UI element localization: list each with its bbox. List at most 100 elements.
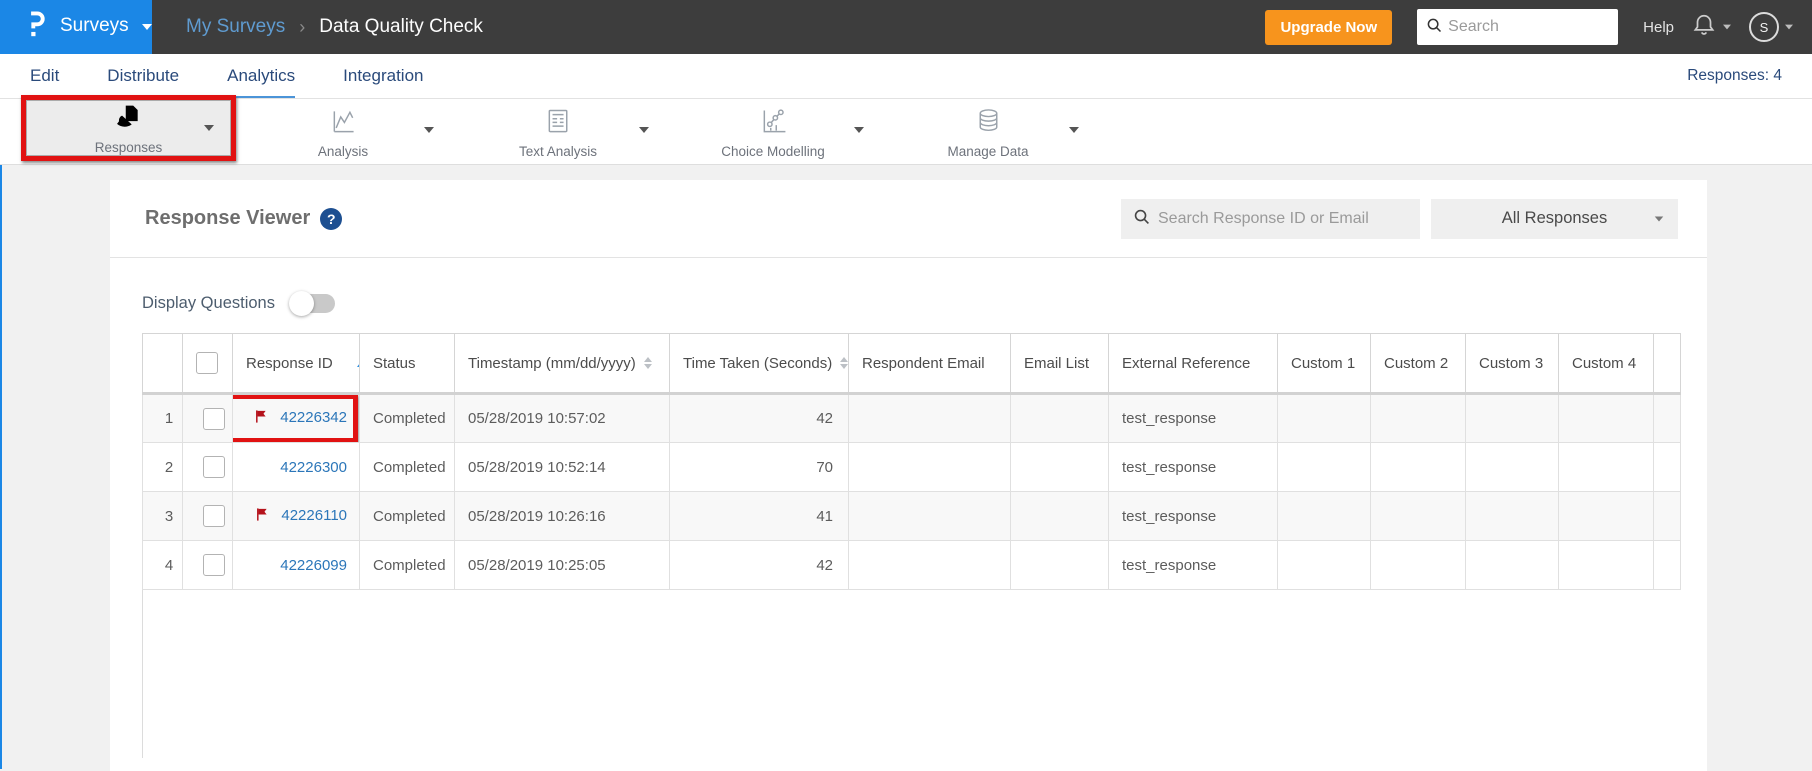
response-viewer-header: Response Viewer ? All Responses	[110, 180, 1707, 258]
col-response-id[interactable]: Response ID	[232, 333, 360, 395]
timestamp-cell: 05/28/2019 10:25:05	[454, 540, 670, 590]
time-taken-cell: 42	[669, 393, 849, 443]
toolbar-item-analysis[interactable]: Analysis	[236, 99, 450, 164]
response-id-link[interactable]: 42226300	[280, 459, 347, 476]
responses-filter-dropdown[interactable]: All Responses	[1431, 198, 1678, 239]
col-timestamp[interactable]: Timestamp (mm/dd/yyyy)	[454, 333, 670, 395]
spacer-cell	[1653, 540, 1681, 590]
help-link[interactable]: Help	[1643, 19, 1674, 36]
responses-count-badge: Responses: 4	[1687, 67, 1782, 84]
col-custom-4[interactable]: Custom 4	[1558, 333, 1654, 395]
col-email-list[interactable]: Email List	[1010, 333, 1109, 395]
text-analysis-caret-icon[interactable]	[639, 127, 649, 133]
survey-tabs: Edit Distribute Analytics Integration Re…	[0, 54, 1812, 99]
response-id-link[interactable]: 42226110	[281, 507, 347, 524]
col-custom-2[interactable]: Custom 2	[1370, 333, 1466, 395]
response-search-input[interactable]	[1158, 209, 1408, 228]
filter-caret-icon	[1654, 215, 1664, 222]
analysis-caret-icon[interactable]	[424, 127, 434, 133]
row-checkbox[interactable]	[203, 505, 225, 527]
col-label: Email List	[1024, 354, 1090, 372]
row-checkbox[interactable]	[203, 456, 225, 478]
timestamp-cell: 05/28/2019 10:52:14	[454, 442, 670, 492]
upgrade-now-button[interactable]: Upgrade Now	[1265, 9, 1393, 45]
toolbar-item-manage-data[interactable]: Manage Data	[881, 99, 1095, 164]
custom-3-cell	[1465, 491, 1559, 541]
col-time-taken[interactable]: Time Taken (Seconds)	[669, 333, 849, 395]
choice-modelling-caret-icon[interactable]	[854, 127, 864, 133]
toolbar-item-label: Manage Data	[947, 143, 1029, 159]
response-id-cell: 42226110	[232, 491, 360, 541]
choice-modelling-icon	[757, 105, 790, 143]
responses-caret-icon[interactable]	[204, 125, 214, 131]
response-id-link[interactable]: 42226342	[280, 409, 347, 426]
toolbar-item-label: Text Analysis	[518, 143, 598, 159]
account-menu[interactable]: S	[1749, 12, 1794, 42]
col-respondent-email[interactable]: Respondent Email	[848, 333, 1011, 395]
col-label: External Reference	[1122, 354, 1251, 372]
toolbar-item-choice-modelling[interactable]: Choice Modelling	[666, 99, 880, 164]
respondent-email-cell	[848, 442, 1011, 492]
custom-3-cell	[1465, 540, 1559, 590]
table-row: 3 42226110 Completed 05/28/2019 10:26:16…	[142, 491, 1681, 541]
custom-4-cell	[1558, 540, 1654, 590]
col-label: Time Taken (Seconds)	[683, 354, 833, 372]
status-cell: Completed	[359, 442, 455, 492]
questionpro-logo-icon	[24, 9, 47, 44]
timestamp-cell: 05/28/2019 10:26:16	[454, 491, 670, 541]
product-switcher[interactable]: Surveys	[0, 0, 152, 54]
text-analysis-icon	[542, 105, 575, 143]
select-all-checkbox[interactable]	[196, 352, 218, 374]
help-circle-icon[interactable]: ?	[320, 207, 343, 230]
toolbar-item-label: Choice Modelling	[721, 143, 825, 159]
col-status[interactable]: Status	[359, 333, 455, 395]
notifications-button[interactable]	[1691, 12, 1732, 43]
row-checkbox[interactable]	[203, 407, 225, 430]
custom-3-cell	[1465, 442, 1559, 492]
table-row: 4 42226099 Completed 05/28/2019 10:25:05…	[142, 540, 1681, 590]
custom-2-cell	[1370, 540, 1466, 590]
toolbar-item-responses[interactable]: Responses	[26, 100, 231, 156]
page-content: Response Viewer ? All Responses Display …	[0, 165, 1812, 771]
breadcrumb-separator-icon: ›	[299, 16, 306, 37]
notifications-caret-icon	[1723, 24, 1731, 30]
tab-integration[interactable]: Integration	[343, 54, 423, 98]
col-external-reference[interactable]: External Reference	[1108, 333, 1278, 395]
annotation-box-responses: Responses	[21, 95, 236, 161]
response-id-link[interactable]: 42226099	[280, 557, 347, 574]
breadcrumb-my-surveys[interactable]: My Surveys	[186, 16, 285, 38]
responses-filter-value: All Responses	[1501, 209, 1608, 227]
display-questions-label: Display Questions	[142, 294, 275, 312]
tab-distribute[interactable]: Distribute	[107, 54, 179, 98]
breadcrumb-current-survey: Data Quality Check	[319, 16, 483, 37]
response-viewer-body: Display Questions Response ID Status Tim…	[110, 258, 1707, 758]
toolbar-item-text-analysis[interactable]: Text Analysis	[451, 99, 665, 164]
global-search-input[interactable]	[1448, 18, 1610, 36]
col-spacer	[1653, 333, 1681, 395]
sort-updown-icon	[840, 357, 848, 369]
external-reference-cell: test_response	[1108, 491, 1278, 541]
responses-icon	[112, 101, 145, 139]
tab-analytics[interactable]: Analytics	[227, 54, 296, 98]
respondent-email-cell	[848, 393, 1011, 443]
table-row: 1 42226342 Completed 05/28/2019 10:57:02…	[142, 393, 1681, 443]
manage-data-caret-icon[interactable]	[1069, 127, 1079, 133]
analytics-toolbar: Responses Analysis Text Analysis Choice …	[0, 95, 1812, 165]
row-number: 3	[142, 491, 183, 541]
row-checkbox[interactable]	[203, 554, 225, 576]
table-row: 2 42226300 Completed 05/28/2019 10:52:14…	[142, 442, 1681, 492]
tab-edit[interactable]: Edit	[30, 54, 59, 98]
display-questions-toggle[interactable]	[288, 291, 335, 316]
col-custom-3[interactable]: Custom 3	[1465, 333, 1559, 395]
toolbar-item-label: Analysis	[317, 143, 369, 159]
col-label: Timestamp (mm/dd/yyyy)	[468, 354, 636, 372]
row-select-cell	[182, 491, 233, 541]
product-name: Surveys	[60, 15, 129, 36]
status-cell: Completed	[359, 491, 455, 541]
col-custom-1[interactable]: Custom 1	[1277, 333, 1371, 395]
table-left-border-extension	[142, 590, 143, 758]
external-reference-cell: test_response	[1108, 442, 1278, 492]
page-title: Response Viewer ?	[145, 207, 343, 230]
status-cell: Completed	[359, 393, 455, 443]
row-number: 1	[142, 393, 183, 443]
